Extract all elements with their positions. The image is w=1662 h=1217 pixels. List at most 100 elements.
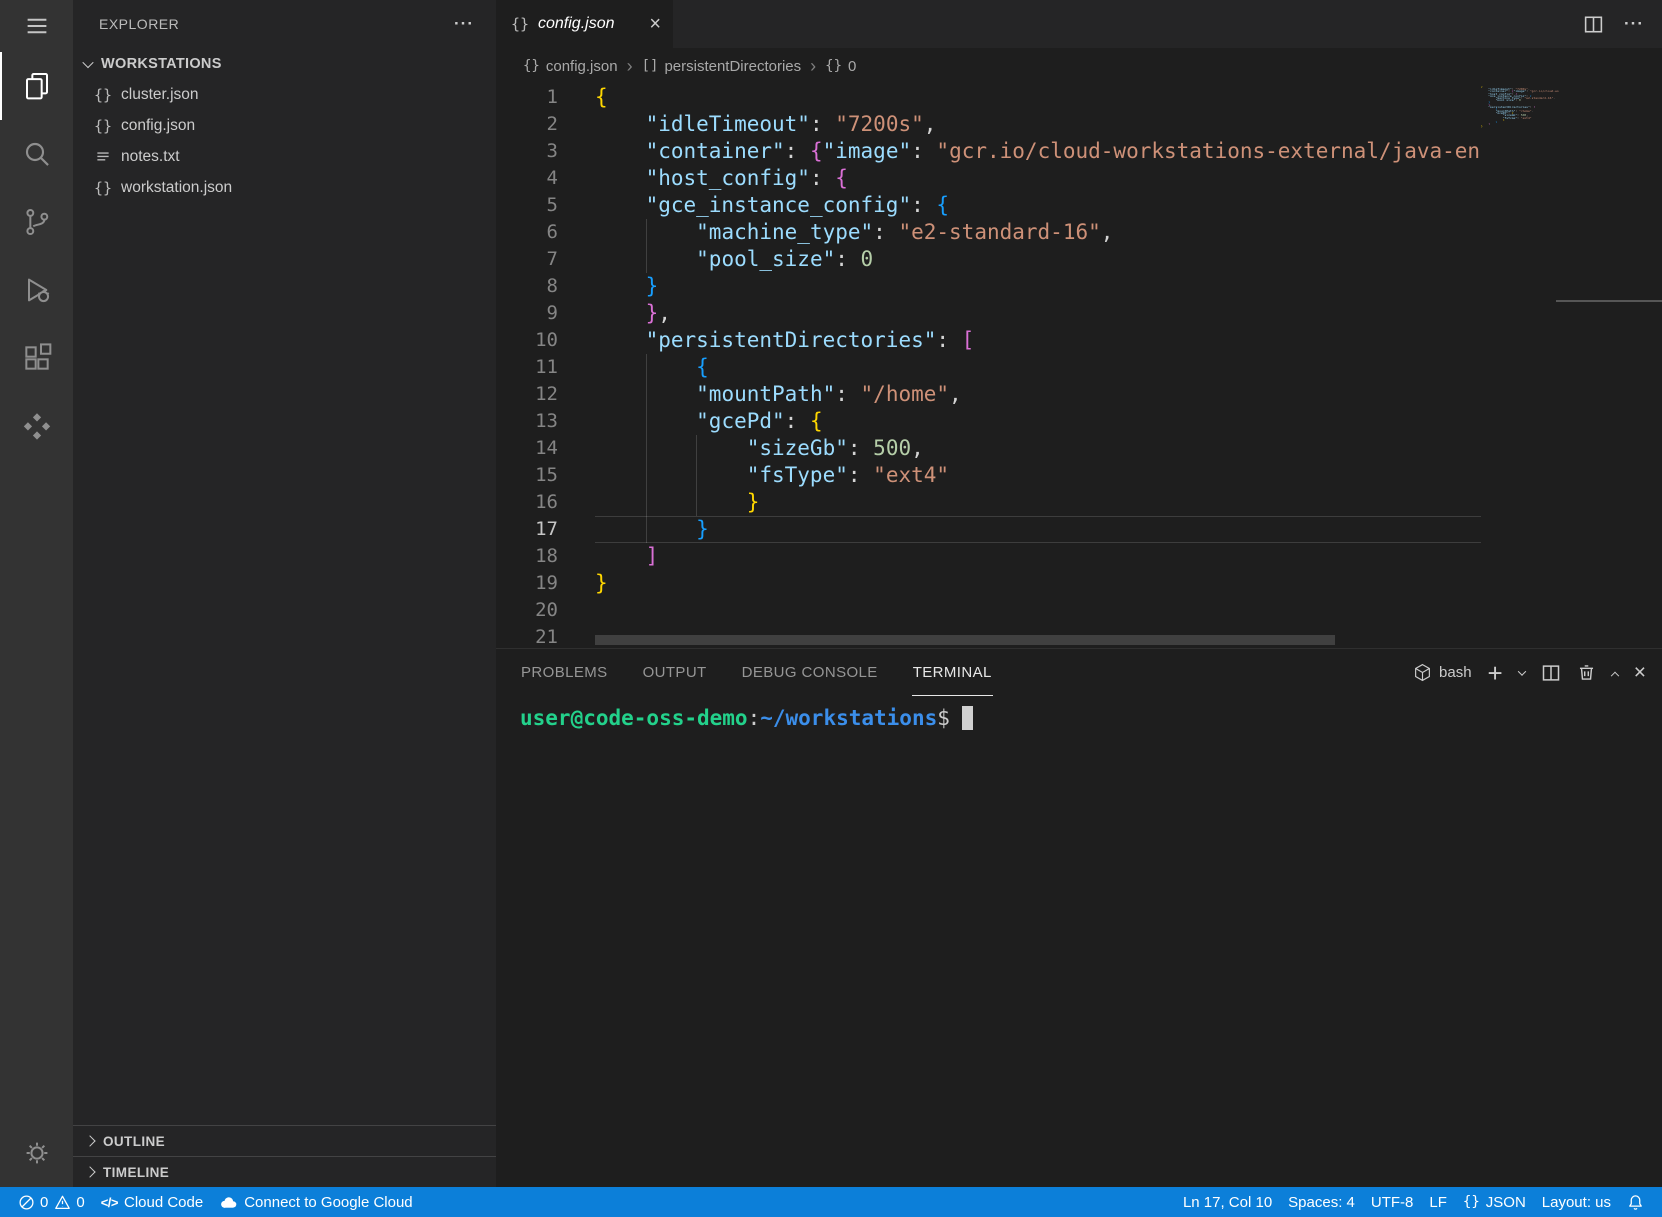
code-line-13[interactable]: 13 "gcePd": { xyxy=(496,408,1481,435)
activity-source-control[interactable] xyxy=(0,188,73,256)
json-file-icon: {} xyxy=(511,15,529,33)
language-label: JSON xyxy=(1486,1194,1526,1211)
panel-actions: bash + × xyxy=(1413,649,1646,696)
code-line-16[interactable]: 16 } xyxy=(496,489,1481,516)
bell-icon xyxy=(1627,1194,1644,1211)
language-mode-status[interactable]: {} JSON xyxy=(1455,1187,1534,1217)
maximize-panel-icon[interactable] xyxy=(1610,671,1618,679)
outline-section[interactable]: OUTLINE xyxy=(73,1125,496,1156)
problems-status[interactable]: 0 0 xyxy=(10,1187,93,1217)
symbol-json-icon: {} xyxy=(523,58,540,74)
breadcrumb-label: config.json xyxy=(546,58,618,75)
code-line-14[interactable]: 14 "sizeGb": 500, xyxy=(496,435,1481,462)
connect-google-cloud-status[interactable]: Connect to Google Cloud xyxy=(211,1187,420,1217)
kill-terminal-icon[interactable] xyxy=(1577,663,1596,682)
file-item-config.json[interactable]: {}config.json xyxy=(73,110,496,141)
editor-actions: ··· xyxy=(1583,0,1662,48)
code-editor[interactable]: 1{2 "idleTimeout": "7200s",3 "container"… xyxy=(496,84,1662,648)
close-tab-icon[interactable]: × xyxy=(649,14,661,34)
panel-tabs: PROBLEMS OUTPUT DEBUG CONSOLE TERMINAL xyxy=(520,649,993,696)
breadcrumb-item-0[interactable]: {} 0 xyxy=(825,58,856,75)
eol-status[interactable]: LF xyxy=(1421,1187,1455,1217)
symbol-object-icon: {} xyxy=(825,58,842,74)
code-line-4[interactable]: 4 "host_config": { xyxy=(496,165,1481,192)
file-label: cluster.json xyxy=(121,86,199,104)
timeline-label: TIMELINE xyxy=(103,1165,169,1180)
cursor-position-label: Ln 17, Col 10 xyxy=(1183,1194,1272,1211)
code-line-17[interactable]: 17 } xyxy=(496,516,1481,543)
explorer-more-actions-icon[interactable]: ··· xyxy=(454,14,474,34)
code-line-10[interactable]: 10 "persistentDirectories": [ xyxy=(496,327,1481,354)
error-count: 0 xyxy=(40,1194,48,1211)
line-number: 8 xyxy=(496,273,558,300)
activity-run-debug[interactable] xyxy=(0,256,73,324)
terminal-shell-selector[interactable]: bash xyxy=(1413,663,1472,682)
close-panel-icon[interactable]: × xyxy=(1634,662,1646,683)
terminal-separator: : xyxy=(748,706,761,730)
editor-panel-column: {} config.json × ··· {}config.json›[]per… xyxy=(496,0,1662,1187)
line-number: 4 xyxy=(496,165,558,192)
terminal-user-host: user@code-oss-demo xyxy=(520,706,748,730)
tab-config-json[interactable]: {} config.json × xyxy=(496,0,674,48)
terminal[interactable]: user@code-oss-demo:~/workstations$ xyxy=(496,696,1662,1187)
code-line-2[interactable]: 2 "idleTimeout": "7200s", xyxy=(496,111,1481,138)
cloud-code-status[interactable]: </> Cloud Code xyxy=(93,1187,212,1217)
connect-label: Connect to Google Cloud xyxy=(244,1194,412,1211)
minimap[interactable]: { "idleTimeout": "7200s", "container": {… xyxy=(1481,86,1559,648)
panel-tab-terminal[interactable]: TERMINAL xyxy=(912,649,993,696)
notifications-status[interactable] xyxy=(1619,1187,1652,1217)
breadcrumb-label: 0 xyxy=(848,58,856,75)
bash-icon xyxy=(1413,663,1432,682)
panel-tab-problems[interactable]: PROBLEMS xyxy=(520,649,609,696)
code-line-19[interactable]: 19} xyxy=(496,570,1481,597)
split-editor-icon[interactable] xyxy=(1583,14,1604,35)
file-item-notes.txt[interactable]: notes.txt xyxy=(73,141,496,172)
line-number: 21 xyxy=(496,624,558,648)
activity-bar xyxy=(0,0,73,1187)
terminal-dropdown-icon[interactable] xyxy=(1517,667,1525,675)
menu-icon xyxy=(22,11,52,41)
activity-settings[interactable] xyxy=(0,1119,73,1187)
sidebar-bottom-sections: OUTLINE TIMELINE xyxy=(73,1125,496,1187)
code-line-7[interactable]: 7 "pool_size": 0 xyxy=(496,246,1481,273)
editor-more-actions-icon[interactable]: ··· xyxy=(1624,14,1644,34)
overview-ruler-mark xyxy=(1556,300,1662,302)
explorer-tree: WORKSTATIONS {}cluster.json{}config.json… xyxy=(73,48,496,1125)
cursor-position-status[interactable]: Ln 17, Col 10 xyxy=(1175,1187,1280,1217)
encoding-status[interactable]: UTF-8 xyxy=(1363,1187,1422,1217)
code-line-20[interactable]: 20 xyxy=(496,597,1481,624)
code-line-5[interactable]: 5 "gce_instance_config": { xyxy=(496,192,1481,219)
timeline-section[interactable]: TIMELINE xyxy=(73,1156,496,1187)
indentation-status[interactable]: Spaces: 4 xyxy=(1280,1187,1363,1217)
code-line-15[interactable]: 15 "fsType": "ext4" xyxy=(496,462,1481,489)
code-line-12[interactable]: 12 "mountPath": "/home", xyxy=(496,381,1481,408)
horizontal-scrollbar[interactable] xyxy=(595,635,1335,645)
code-line-9[interactable]: 9 }, xyxy=(496,300,1481,327)
breadcrumb-item-persistentDirectories[interactable]: []persistentDirectories xyxy=(642,58,802,75)
keyboard-layout-status[interactable]: Layout: us xyxy=(1534,1187,1619,1217)
panel-tab-debug-console[interactable]: DEBUG CONSOLE xyxy=(741,649,879,696)
folder-workstations[interactable]: WORKSTATIONS xyxy=(73,48,496,79)
debug-icon xyxy=(21,274,53,306)
file-label: notes.txt xyxy=(121,148,180,166)
code-line-3[interactable]: 3 "container": {"image": "gcr.io/cloud-w… xyxy=(496,138,1481,165)
activity-extensions[interactable] xyxy=(0,324,73,392)
activity-search[interactable] xyxy=(0,120,73,188)
panel-tab-output[interactable]: OUTPUT xyxy=(642,649,708,696)
activity-explorer[interactable] xyxy=(0,52,73,120)
breadcrumb: {}config.json›[]persistentDirectories›{}… xyxy=(496,48,1662,84)
indentation-label: Spaces: 4 xyxy=(1288,1194,1355,1211)
application-menu-button[interactable] xyxy=(0,0,73,52)
code-line-8[interactable]: 8 } xyxy=(496,273,1481,300)
code-line-6[interactable]: 6 "machine_type": "e2-standard-16", xyxy=(496,219,1481,246)
new-terminal-button[interactable]: + xyxy=(1488,660,1503,686)
shell-label: bash xyxy=(1439,664,1472,681)
code-line-1[interactable]: 1{ xyxy=(496,84,1481,111)
code-line-18[interactable]: 18 ] xyxy=(496,543,1481,570)
breadcrumb-item-config.json[interactable]: {} config.json xyxy=(523,58,618,75)
split-terminal-icon[interactable] xyxy=(1541,663,1561,683)
code-line-11[interactable]: 11 { xyxy=(496,354,1481,381)
activity-cloud-code[interactable] xyxy=(0,392,73,460)
file-item-cluster.json[interactable]: {}cluster.json xyxy=(73,79,496,110)
file-item-workstation.json[interactable]: {}workstation.json xyxy=(73,172,496,203)
